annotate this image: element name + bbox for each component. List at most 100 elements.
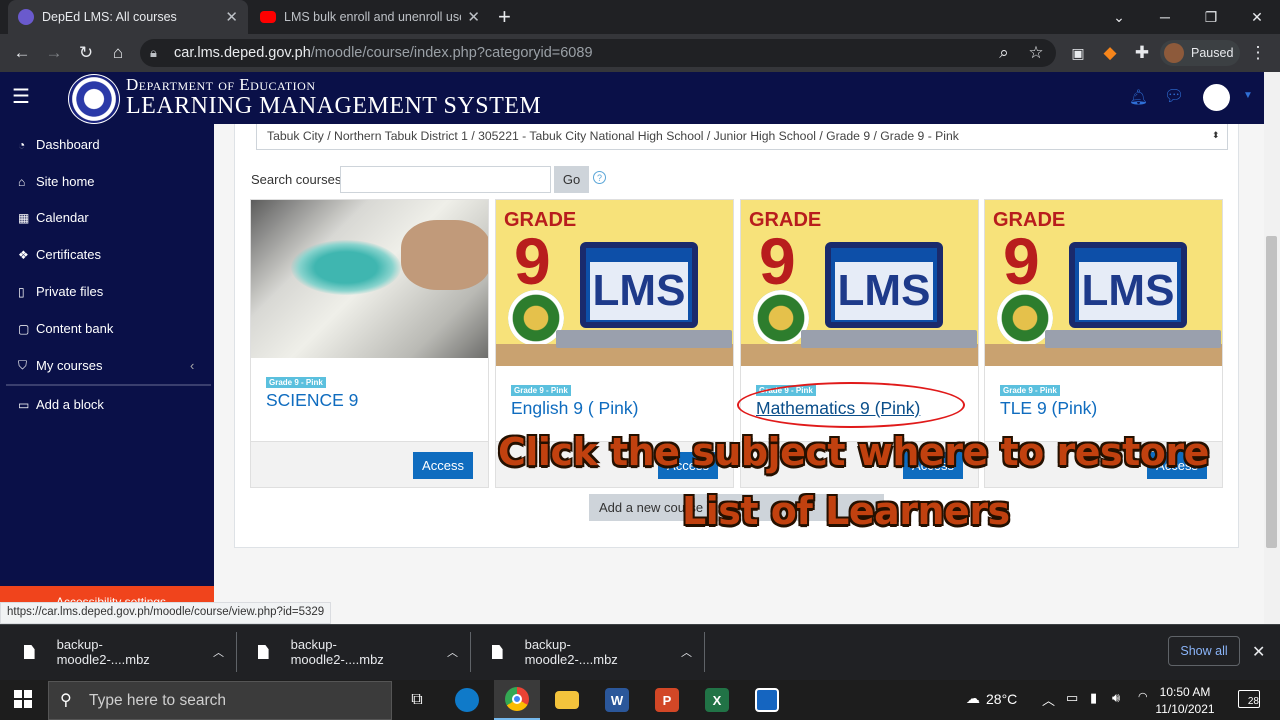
- download-divider: [236, 632, 237, 672]
- download-filename: backup-moodle2-....mbz: [56, 637, 150, 667]
- notification-bell-icon[interactable]: 🔔︎: [1129, 88, 1148, 106]
- forward-icon[interactable]: →: [40, 34, 68, 72]
- course-name-link[interactable]: TLE 9 (Pink): [1000, 398, 1097, 419]
- chevron-left-icon[interactable]: ‹: [190, 358, 194, 373]
- word-icon[interactable]: W: [594, 680, 640, 720]
- lock-icon[interactable]: 🔒︎: [150, 45, 157, 61]
- messages-icon[interactable]: 💬︎: [1164, 86, 1184, 106]
- plus-square-icon: ▭: [18, 397, 30, 412]
- grade-9-graphic: GRADE 9: [993, 209, 1066, 298]
- course-category-badge: Grade 9 - Pink: [1000, 385, 1060, 396]
- help-icon[interactable]: ?: [593, 171, 606, 184]
- extensions-puzzle-icon[interactable]: ✚: [1128, 34, 1156, 72]
- profile-button[interactable]: Paused: [1160, 40, 1240, 66]
- download-item[interactable]: backup-moodle2-....mbz ︿: [24, 624, 224, 680]
- hamburger-icon[interactable]: ☰: [12, 84, 30, 109]
- course-category-badge: Grade 9 - Pink: [511, 385, 571, 396]
- dashboard-icon: ◔: [18, 137, 26, 152]
- tab-deped-lms[interactable]: DepEd LMS: All courses ✕: [8, 0, 248, 34]
- sidebar-item-label: Add a block: [36, 397, 104, 412]
- edge-icon[interactable]: [444, 680, 490, 720]
- tab-youtube[interactable]: LMS bulk enroll and unenroll users ✕: [250, 0, 490, 34]
- back-icon[interactable]: ←: [8, 34, 36, 72]
- lms-laptop-graphic: LMS: [825, 242, 943, 328]
- chevron-up-icon[interactable]: ︿: [213, 644, 224, 660]
- weather-widget[interactable]: ☁ 28°C: [966, 690, 1017, 707]
- tab-search-icon[interactable]: ⌄: [1096, 0, 1142, 34]
- course-category-badge: Grade 9 - Pink: [266, 377, 326, 388]
- chevron-up-icon[interactable]: ︿: [681, 644, 692, 660]
- laptop-base: [556, 330, 732, 348]
- battery-icon[interactable]: ▭: [1066, 690, 1078, 706]
- powerpoint-icon[interactable]: P: [644, 680, 690, 720]
- highlight-ellipse: [737, 382, 965, 428]
- metamask-icon[interactable]: ◆: [1096, 34, 1124, 72]
- home-icon[interactable]: ⌂: [104, 34, 132, 72]
- show-all-downloads-button[interactable]: Show all: [1168, 636, 1240, 666]
- close-tab-icon[interactable]: ✕: [467, 8, 480, 26]
- minimize-button[interactable]: ─: [1142, 0, 1188, 34]
- deped-seal-logo: [68, 74, 120, 124]
- file-explorer-icon[interactable]: [544, 680, 590, 720]
- url-text[interactable]: car.lms.deped.gov.ph/moodle/course/index…: [174, 45, 593, 61]
- category-select[interactable]: Tabuk City / Northern Tabuk District 1 /…: [256, 124, 1228, 150]
- go-button[interactable]: Go: [554, 166, 589, 193]
- user-avatar[interactable]: [1203, 84, 1230, 111]
- user-menu-caret-icon[interactable]: ▼: [1243, 90, 1253, 101]
- sidebar-item-certificates[interactable]: ❖ Certificates: [18, 247, 101, 262]
- notification-center-icon[interactable]: 28: [1238, 690, 1260, 708]
- bookmark-star-icon[interactable]: ☆: [1022, 34, 1050, 72]
- sidebar-item-my-courses[interactable]: ⛉ My courses: [18, 358, 102, 373]
- reload-icon[interactable]: ↻: [72, 34, 100, 72]
- sidebar-item-add-block[interactable]: ▭ Add a block: [18, 397, 104, 412]
- menu-kebab-icon[interactable]: ⋮: [1244, 34, 1272, 72]
- search-icon: ⚲: [60, 692, 72, 709]
- close-download-bar-icon[interactable]: ✕: [1252, 642, 1265, 662]
- course-name-link[interactable]: SCIENCE 9: [266, 390, 358, 411]
- sidebar-item-site-home[interactable]: ⌂ Site home: [18, 174, 95, 189]
- lms-laptop-graphic: LMS: [1069, 242, 1187, 328]
- download-item[interactable]: backup-moodle2-....mbz ︿: [258, 624, 458, 680]
- file-icon: ▯: [18, 284, 25, 299]
- painting-hand: [401, 220, 488, 290]
- file-icon: [24, 645, 35, 659]
- chevron-up-icon[interactable]: ︿: [1042, 690, 1055, 709]
- search-courses-input[interactable]: [340, 166, 551, 193]
- sidebar-divider: [6, 384, 211, 386]
- app-icon[interactable]: [744, 680, 790, 720]
- wifi-icon[interactable]: ◠: [1138, 690, 1148, 703]
- task-view-icon[interactable]: ⧉: [394, 680, 440, 720]
- sidebar-item-content-bank[interactable]: ▢ Content bank: [18, 321, 113, 336]
- access-button[interactable]: Access: [413, 452, 473, 479]
- course-image[interactable]: [251, 200, 488, 358]
- extension-icon[interactable]: ▣: [1064, 34, 1092, 72]
- volume-icon[interactable]: 🔊︎: [1112, 690, 1120, 706]
- sidebar-item-private-files[interactable]: ▯ Private files: [18, 284, 103, 299]
- windows-start-icon[interactable]: [14, 690, 32, 708]
- sidebar-item-label: Content bank: [36, 321, 114, 336]
- course-image[interactable]: GRADE 9 LMS: [496, 200, 733, 366]
- course-image[interactable]: GRADE 9 LMS: [985, 200, 1222, 366]
- course-name-link[interactable]: English 9 ( Pink): [511, 398, 638, 419]
- close-window-button[interactable]: ✕: [1234, 0, 1280, 34]
- home-icon: ⌂: [18, 174, 26, 189]
- taskbar-search-input[interactable]: Type here to search: [48, 681, 392, 720]
- system-clock[interactable]: 10:50 AM 11/10/2021: [1150, 684, 1220, 718]
- sidebar-item-label: My courses: [36, 358, 103, 373]
- chevron-up-icon[interactable]: ︿: [447, 644, 458, 660]
- close-tab-icon[interactable]: ✕: [225, 8, 238, 26]
- course-image[interactable]: GRADE 9 LMS: [741, 200, 978, 366]
- chrome-icon[interactable]: [494, 680, 540, 720]
- instruction-overlay-line2: List of Learners: [682, 489, 1010, 533]
- search-courses-label: Search courses: [251, 172, 342, 187]
- download-item[interactable]: backup-moodle2-....mbz ︿: [492, 624, 692, 680]
- clipboard-icon: ▢: [18, 321, 30, 336]
- sidebar-item-calendar[interactable]: ▦ Calendar: [18, 210, 89, 225]
- zoom-icon[interactable]: ⌕: [990, 34, 1018, 72]
- excel-icon[interactable]: X: [694, 680, 740, 720]
- maximize-button[interactable]: ❐: [1188, 0, 1234, 34]
- scrollbar-thumb[interactable]: [1266, 236, 1277, 548]
- new-tab-button[interactable]: +: [498, 4, 511, 30]
- microphone-icon[interactable]: ▮: [1090, 690, 1097, 706]
- sidebar-item-dashboard[interactable]: ◔ Dashboard: [18, 137, 100, 152]
